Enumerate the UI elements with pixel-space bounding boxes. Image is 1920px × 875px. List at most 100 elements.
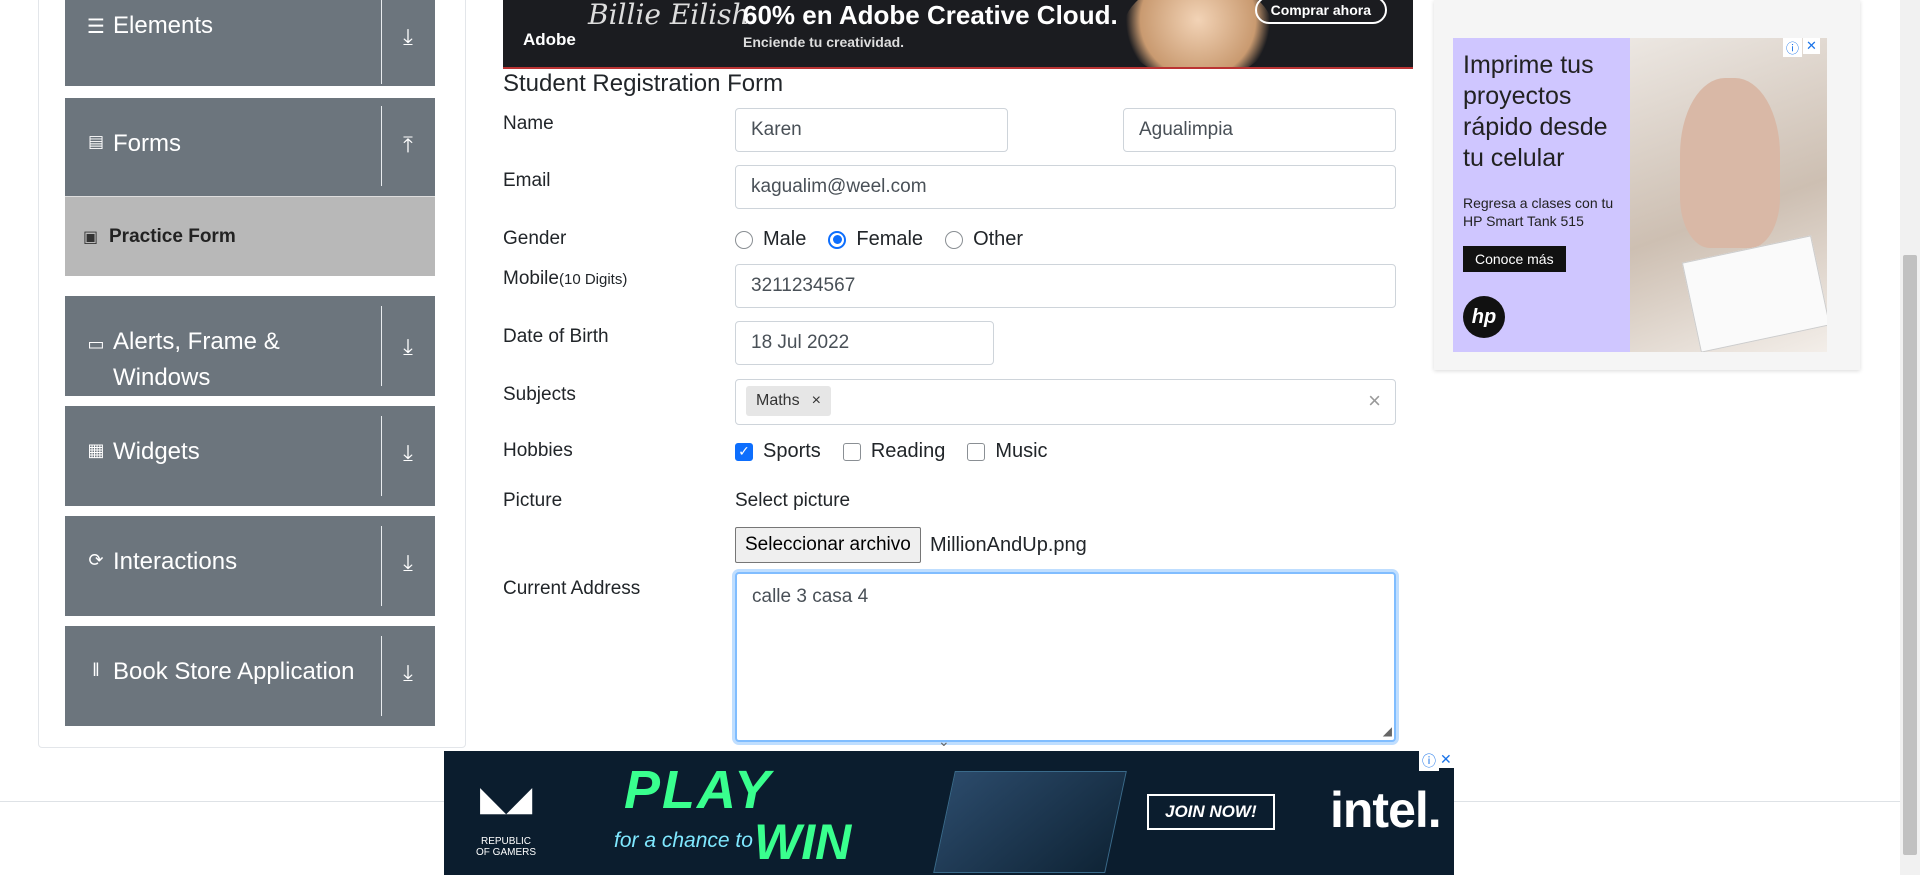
address-value: calle 3 casa 4 (752, 586, 869, 607)
radio-button-selected[interactable] (828, 230, 847, 249)
subjects-label: Subjects (503, 384, 576, 405)
scrollbar-thumb[interactable] (1903, 255, 1917, 855)
side-ad-photo (1630, 38, 1827, 352)
divider (381, 416, 382, 496)
hobby-sports[interactable]: ✓ Sports (735, 440, 821, 463)
download-arrow-icon[interactable]: ⤓ (391, 660, 425, 686)
download-arrow-icon[interactable]: ⤓ (391, 334, 425, 360)
subject-tag: Maths × (746, 386, 831, 416)
file-name: MillionAndUp.png (930, 534, 1087, 556)
clear-icon[interactable]: × (1368, 380, 1381, 422)
form-title: Student Registration Form (503, 70, 784, 97)
hobby-label: Reading (870, 440, 946, 462)
intel-logo: intel. (1330, 782, 1442, 838)
ad-laptop-image (933, 771, 1127, 873)
books-icon: ‖ (92, 660, 100, 680)
window-icon: ▭ (87, 334, 105, 354)
sidebar-group-label: Alerts, Frame & Windows (113, 328, 280, 391)
name-label: Name (503, 113, 554, 134)
rog-text: REPUBLIC OF GAMERS (476, 836, 537, 858)
mobile-hint: (10 Digits) (558, 271, 628, 288)
picture-label: Picture (503, 490, 563, 511)
ad-win-text: WIN (754, 814, 852, 870)
gender-option-female[interactable]: Female (828, 228, 923, 251)
resize-handle-icon[interactable]: ◢ (1383, 724, 1392, 738)
ad-photo (1123, 0, 1273, 67)
side-ad-headline: Imprime tus proyectos rápido desde tu ce… (1463, 51, 1608, 172)
ad-headline: 60% en Adobe Creative Cloud. (743, 0, 1118, 30)
sidebar-group-label: Elements (113, 12, 214, 39)
subjects-input[interactable]: × (735, 379, 1396, 425)
gender-option-other[interactable]: Other (945, 228, 1023, 251)
download-arrow-icon[interactable]: ⤓ (391, 550, 425, 576)
mobile-label: Mobile(10 Digits) (503, 268, 627, 290)
hobby-music[interactable]: Music (967, 440, 1048, 463)
sidebar-group-book-store[interactable]: ‖ Book Store Application ⤓ (65, 626, 435, 726)
sidebar-group-label: Interactions (113, 548, 238, 575)
checkbox[interactable] (967, 442, 986, 461)
hobbies-group: ✓ Sports Reading Music (735, 440, 1070, 463)
ad-close-icon[interactable]: ✕ (1437, 751, 1455, 768)
checkbox-checked[interactable]: ✓ (735, 442, 753, 461)
sidebar-group-forms[interactable]: ▤ Forms ⤒ (65, 98, 435, 196)
download-arrow-icon[interactable]: ⤓ (391, 440, 425, 466)
radio-button[interactable] (945, 230, 964, 249)
remove-tag-icon[interactable]: × (808, 392, 831, 410)
sidebar-group-alerts-frame-windows[interactable]: ▭ Alerts, Frame & Windows ⤓ (65, 296, 435, 396)
ad-cta-button[interactable]: Comprar ahora (1254, 0, 1387, 24)
hobby-reading[interactable]: Reading (842, 440, 946, 463)
rog-logo-icon: ◣◢ (480, 780, 533, 818)
sidebar-item-practice-form[interactable]: ▣ Practice Form (65, 196, 435, 276)
widgets-icon: ▦ (87, 440, 105, 460)
ad-close-icon[interactable]: ✕ (1803, 38, 1820, 54)
mobile-input[interactable]: 3211234567 (735, 264, 1396, 308)
dob-input[interactable]: 18 Jul 2022 (735, 321, 994, 365)
gender-option-label: Female (856, 228, 924, 250)
subject-tag-label: Maths (756, 392, 800, 409)
form-icon: ▤ (87, 132, 105, 151)
ad-brand: Adobe (523, 30, 576, 49)
hobby-label: Sports (763, 440, 821, 462)
divider (381, 0, 382, 84)
ad-partner: Billie Eilish (588, 0, 750, 31)
radio-button[interactable] (735, 230, 753, 249)
ad-info-icon[interactable]: ⓘ (1783, 38, 1803, 57)
file-upload-button[interactable]: Seleccionar archivo (735, 527, 921, 563)
first-name-input[interactable]: Karen (735, 108, 1008, 152)
divider (381, 636, 382, 716)
top-banner-ad[interactable]: Adobe Billie Eilish 60% en Adobe Creativ… (503, 0, 1413, 69)
mobile-label-text: Mobile (503, 268, 559, 289)
last-name-input[interactable]: Agualimpia (1123, 108, 1396, 152)
current-address-textarea[interactable]: calle 3 casa 4 ◢ (735, 572, 1396, 742)
sidebar-group-elements[interactable]: ☰ Elements ⤓ (65, 0, 435, 86)
ad-join-button[interactable]: JOIN NOW! (1147, 794, 1275, 830)
ad-paper (1681, 235, 1827, 352)
divider (381, 106, 382, 186)
bottom-banner-ad[interactable]: ◣◢ REPUBLIC OF GAMERS PLAY for a chance … (444, 751, 1454, 875)
ad-play-text: PLAY (624, 760, 773, 820)
sidebar-group-label: Forms (113, 130, 181, 157)
checkbox[interactable] (842, 442, 861, 461)
gender-option-label: Male (763, 228, 807, 250)
ad-person (1680, 78, 1780, 248)
side-ad[interactable]: Imprime tus proyectos rápido desde tu ce… (1453, 38, 1827, 352)
html5-icon: ▣ (83, 228, 99, 246)
side-ad-cta-button[interactable]: Conoce más (1463, 246, 1566, 272)
gender-option-male[interactable]: Male (735, 228, 806, 251)
divider (381, 526, 382, 606)
gender-radio-group: Male Female Other (735, 228, 1045, 251)
hobby-label: Music (995, 440, 1048, 462)
download-arrow-icon[interactable]: ⤓ (391, 24, 425, 50)
hamburger-icon: ☰ (87, 16, 105, 38)
gender-label: Gender (503, 228, 567, 249)
ad-chance-text: for a chance to (614, 829, 753, 852)
sidebar-group-widgets[interactable]: ▦ Widgets ⤓ (65, 406, 435, 506)
hobbies-label: Hobbies (503, 440, 573, 461)
sidebar-group-interactions[interactable]: ⟳ Interactions ⤓ (65, 516, 435, 616)
upload-arrow-icon[interactable]: ⤒ (391, 132, 425, 158)
email-input[interactable]: kagualim@weel.com (735, 165, 1396, 209)
ad-info-icon[interactable]: ⓘ (1419, 751, 1439, 771)
divider (381, 306, 382, 386)
gender-option-label: Other (973, 228, 1024, 250)
email-label: Email (503, 170, 551, 191)
